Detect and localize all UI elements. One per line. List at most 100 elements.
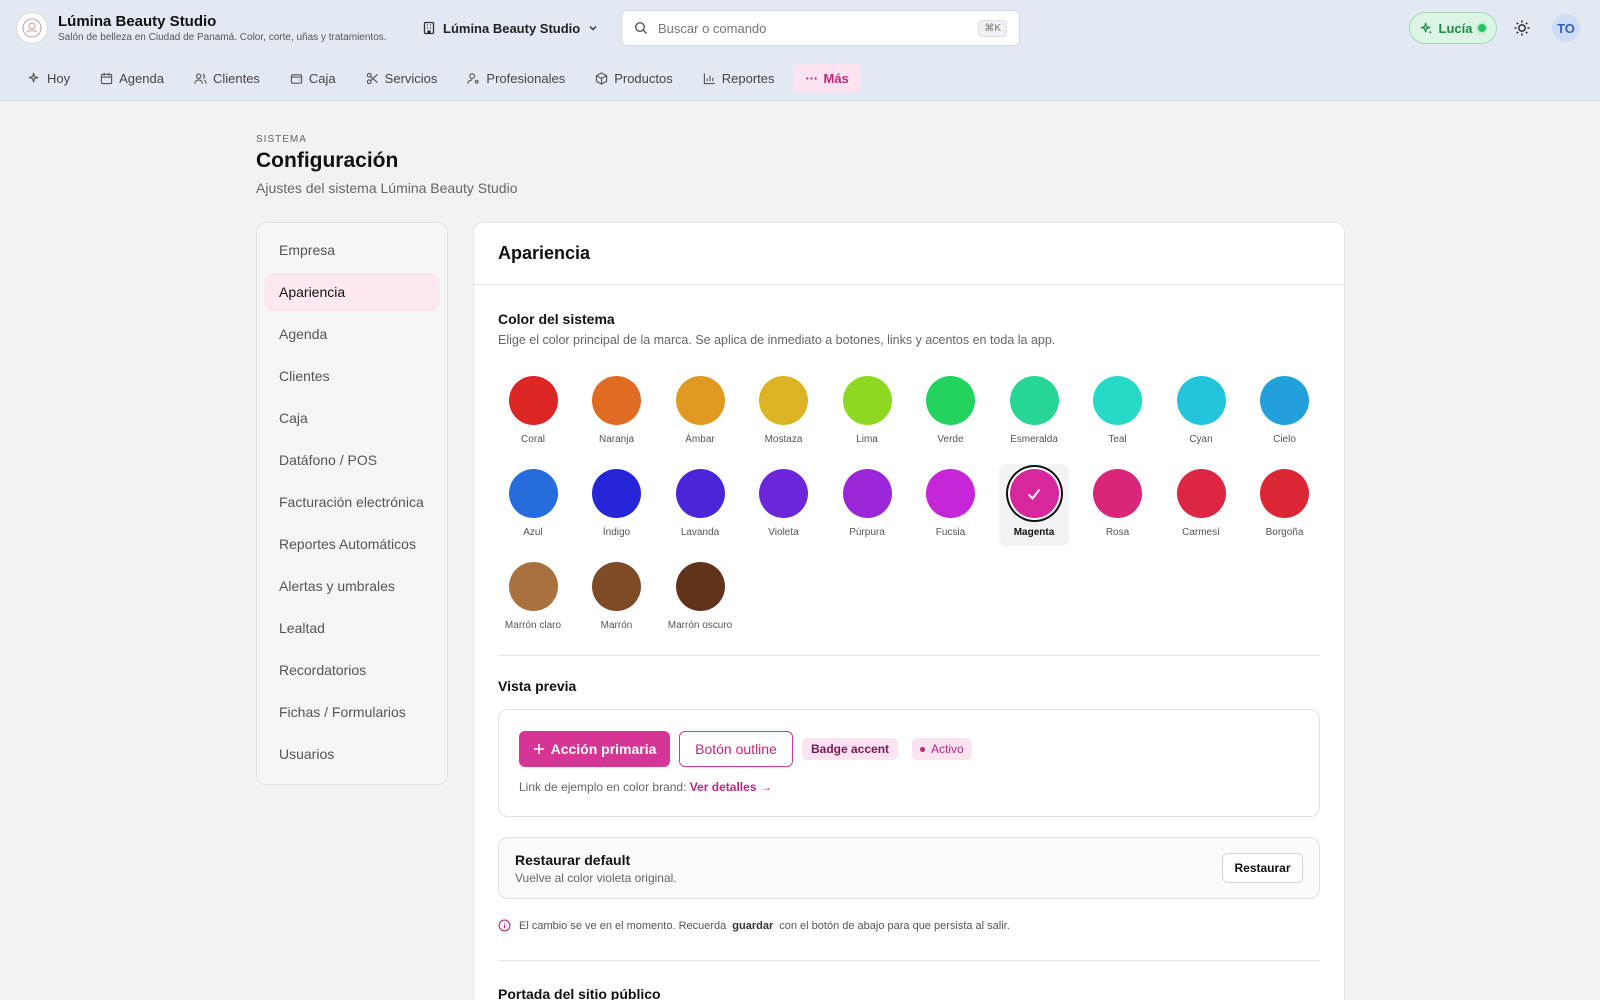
nav-item-mas[interactable]: Más bbox=[792, 64, 861, 93]
nav-item-hoy[interactable]: Hoy bbox=[16, 64, 82, 93]
settings-item-clientes[interactable]: Clientes bbox=[265, 357, 439, 395]
color-swatch-carmesi[interactable]: Carmesí bbox=[1166, 464, 1236, 546]
building-icon bbox=[423, 21, 435, 35]
settings-item-lealtad[interactable]: Lealtad bbox=[265, 609, 439, 647]
color-swatch-naranja[interactable]: Naranja bbox=[582, 371, 652, 453]
color-label: Verde bbox=[937, 434, 964, 445]
settings-item-usuarios[interactable]: Usuarios bbox=[265, 735, 439, 773]
primary-action-button[interactable]: Acción primaria bbox=[519, 731, 670, 767]
details-link[interactable]: Ver detalles → bbox=[690, 780, 772, 794]
color-swatch-marron[interactable]: Marrón bbox=[582, 557, 652, 639]
sparkles-icon bbox=[28, 72, 39, 83]
settings-item-fichas[interactable]: Fichas / Formularios bbox=[265, 693, 439, 731]
preview-box: Acción primaria Botón outline Badge acce… bbox=[498, 709, 1320, 817]
settings-item-recordatorios[interactable]: Recordatorios bbox=[265, 651, 439, 689]
nav-item-caja[interactable]: Caja bbox=[278, 64, 348, 93]
plus-icon bbox=[533, 744, 544, 754]
theme-toggle-button[interactable] bbox=[1510, 16, 1534, 40]
nav-item-clientes[interactable]: Clientes bbox=[182, 64, 272, 93]
settings-item-caja[interactable]: Caja bbox=[265, 399, 439, 437]
divider bbox=[474, 284, 1344, 285]
color-label: Coral bbox=[521, 434, 545, 445]
link-example: Link de ejemplo en color brand: Ver deta… bbox=[519, 780, 772, 794]
user-avatar[interactable]: TO bbox=[1552, 14, 1580, 42]
studio-selector-label: Lúmina Beauty Studio bbox=[443, 20, 581, 36]
color-label: Violeta bbox=[768, 527, 799, 538]
sparkles-icon bbox=[1420, 22, 1432, 34]
search-input[interactable] bbox=[658, 20, 969, 36]
color-circle bbox=[926, 469, 975, 518]
page-eyebrow: SISTEMA bbox=[256, 134, 307, 145]
page-title: Configuración bbox=[256, 149, 399, 172]
color-swatch-violeta[interactable]: Violeta bbox=[749, 464, 819, 546]
color-swatch-purpura[interactable]: Púrpura bbox=[832, 464, 902, 546]
color-label: Marrón bbox=[600, 620, 633, 631]
nav-item-servicios[interactable]: Servicios bbox=[354, 64, 450, 93]
accent-badge: Badge accent bbox=[802, 738, 899, 760]
search-icon bbox=[634, 21, 647, 34]
assistant-button[interactable]: Lucía bbox=[1409, 12, 1497, 44]
nav-item-reportes[interactable]: Reportes bbox=[691, 64, 787, 93]
color-swatch-magenta[interactable]: Magenta bbox=[999, 464, 1069, 546]
color-swatch-cielo[interactable]: Cielo bbox=[1250, 371, 1320, 453]
main-nav: Hoy Agenda Clientes Caja Servicios Profe… bbox=[16, 64, 861, 93]
studio-selector[interactable]: Lúmina Beauty Studio bbox=[422, 17, 599, 39]
color-swatch-borgona[interactable]: Borgoña bbox=[1250, 464, 1320, 546]
color-circle bbox=[508, 469, 558, 518]
color-swatch-lima[interactable]: Lima bbox=[832, 371, 902, 453]
settings-item-empresa[interactable]: Empresa bbox=[265, 231, 439, 269]
color-swatch-verde[interactable]: Verde bbox=[916, 371, 986, 453]
color-label: Lima bbox=[856, 434, 878, 445]
nav-label: Productos bbox=[614, 71, 673, 86]
settings-item-agenda[interactable]: Agenda bbox=[265, 315, 439, 353]
nav-item-agenda[interactable]: Agenda bbox=[88, 64, 176, 93]
top-bar: Lúmina Beauty Studio Salón de belleza en… bbox=[0, 0, 1600, 101]
color-swatch-coral[interactable]: Coral bbox=[498, 371, 568, 453]
color-swatch-ambar[interactable]: Ámbar bbox=[665, 371, 735, 453]
settings-item-alertas[interactable]: Alertas y umbrales bbox=[265, 567, 439, 605]
color-swatch-fucsia[interactable]: Fucsia bbox=[916, 464, 986, 546]
color-swatch-teal[interactable]: Teal bbox=[1083, 371, 1153, 453]
color-swatch-mostaza[interactable]: Mostaza bbox=[749, 371, 819, 453]
color-circle bbox=[1093, 376, 1142, 425]
status-dot bbox=[920, 746, 925, 752]
color-swatch-cyan[interactable]: Cyan bbox=[1166, 371, 1236, 453]
nav-item-profesionales[interactable]: Profesionales bbox=[455, 64, 577, 93]
nav-label: Caja bbox=[308, 71, 336, 86]
note-text-bold: guardar bbox=[732, 919, 774, 932]
nav-item-productos[interactable]: Productos bbox=[583, 64, 685, 93]
online-status-dot bbox=[1478, 24, 1487, 32]
settings-item-facturacion[interactable]: Facturación electrónica bbox=[265, 483, 439, 521]
color-label: Esmeralda bbox=[1010, 434, 1058, 445]
color-label: Lavanda bbox=[680, 527, 720, 538]
nav-label: Clientes bbox=[212, 71, 260, 86]
color-swatch-azul[interactable]: Azul bbox=[498, 464, 568, 546]
brand-title: Lúmina Beauty Studio bbox=[58, 13, 217, 30]
color-swatch-esmeralda[interactable]: Esmeralda bbox=[999, 371, 1069, 453]
color-swatch-indigo[interactable]: Índigo bbox=[582, 464, 652, 546]
restore-button[interactable]: Restaurar bbox=[1222, 853, 1303, 883]
settings-item-datafono-pos[interactable]: Datáfono / POS bbox=[265, 441, 439, 479]
color-label: Borgoña bbox=[1265, 527, 1304, 538]
color-label: Púrpura bbox=[849, 527, 885, 538]
restore-default-panel: Restaurar default Vuelve al color violet… bbox=[498, 837, 1320, 899]
chevron-down-icon bbox=[589, 26, 597, 31]
color-label: Marrón oscuro bbox=[667, 620, 733, 631]
search-bar[interactable]: ⌘K bbox=[621, 10, 1020, 46]
page-subtitle: Ajustes del sistema Lúmina Beauty Studio bbox=[256, 180, 518, 196]
color-circle bbox=[592, 562, 641, 611]
outline-button[interactable]: Botón outline bbox=[679, 731, 793, 767]
color-circle bbox=[1260, 376, 1309, 425]
color-swatch-marron-oscuro[interactable]: Marrón oscuro bbox=[665, 557, 735, 639]
settings-item-apariencia[interactable]: Apariencia bbox=[265, 273, 439, 311]
scissors-icon bbox=[366, 72, 378, 85]
color-swatch-marron-claro[interactable]: Marrón claro bbox=[498, 557, 568, 639]
users-icon bbox=[194, 73, 207, 84]
brand-logo[interactable] bbox=[16, 12, 48, 44]
settings-item-reportes-automaticos[interactable]: Reportes Automáticos bbox=[265, 525, 439, 563]
color-label: Fucsia bbox=[935, 527, 966, 538]
color-swatch-lavanda[interactable]: Lavanda bbox=[665, 464, 735, 546]
color-circle bbox=[1260, 469, 1309, 518]
brand-subtitle: Salón de belleza en Ciudad de Panamá. Co… bbox=[58, 32, 387, 43]
color-swatch-rosa[interactable]: Rosa bbox=[1083, 464, 1153, 546]
